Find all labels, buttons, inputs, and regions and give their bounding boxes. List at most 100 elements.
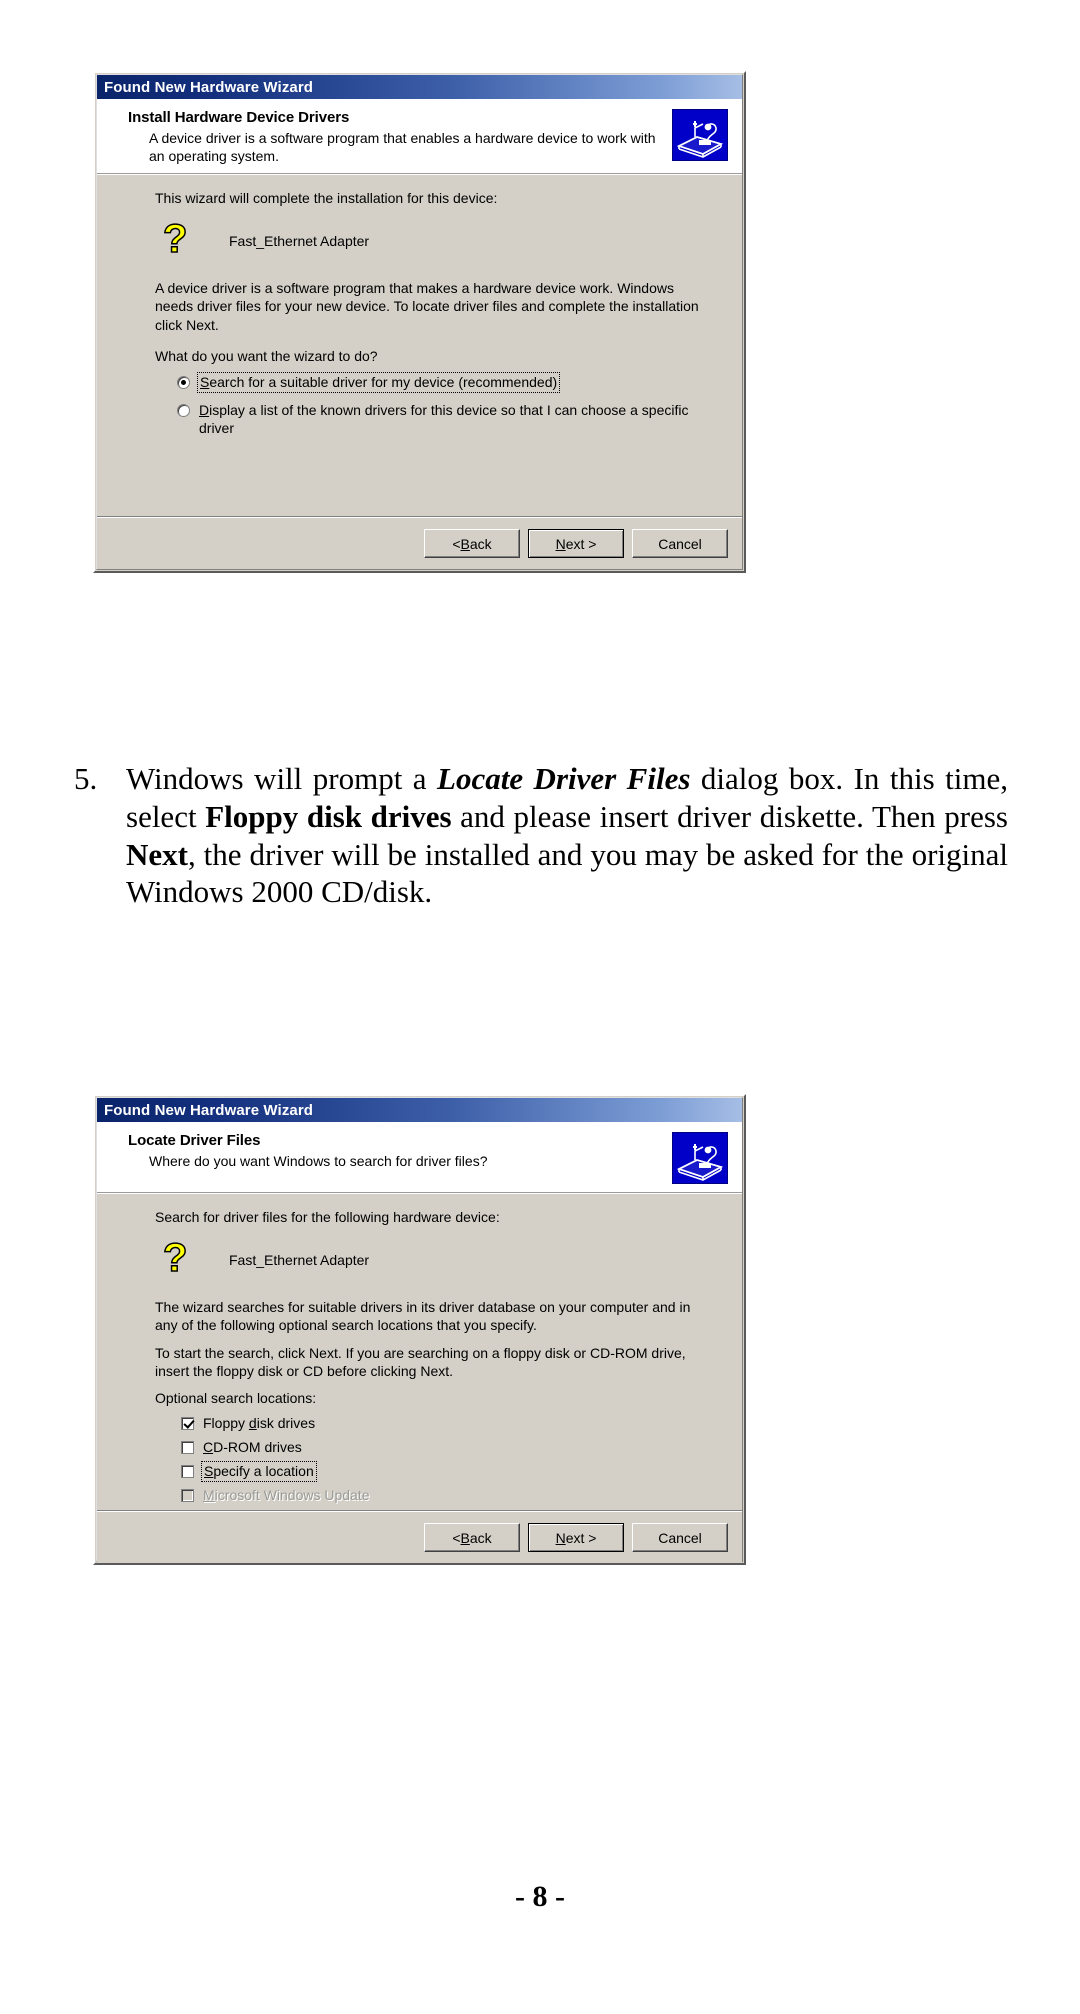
back-prefix: < <box>452 1529 461 1546</box>
question-mark-glyph: ? <box>162 217 188 262</box>
cancel-button[interactable]: Cancel <box>632 529 728 558</box>
accel-char: B <box>460 535 470 552</box>
hardware-install-icon <box>672 109 728 161</box>
checkbox-floppy-disk-drives-label: Floppy disk drives <box>203 1415 315 1432</box>
dialog-2-header: Locate Driver Files Where do you want Wi… <box>97 1122 742 1193</box>
label-tail: icrosoft Windows Update <box>214 1486 370 1503</box>
step-5-text: Windows will prompt a Locate Driver File… <box>126 760 1008 911</box>
step-part-1-emphasis: Locate Driver Files <box>437 761 691 796</box>
accel-char: B <box>460 1529 470 1546</box>
checkbox-floppy-disk-drives[interactable]: Floppy disk drives <box>181 1415 724 1432</box>
step-part-5-emphasis: Next <box>126 836 188 872</box>
dialog-1-description: A device driver is a software program th… <box>155 280 699 333</box>
back-button[interactable]: < Back <box>424 1523 520 1553</box>
label-tail: D-ROM drives <box>213 1438 302 1455</box>
page-number: - 8 - <box>515 1880 565 1913</box>
accel-char: S <box>200 373 210 390</box>
checkbox-cd-rom-drives[interactable]: CD-ROM drives <box>181 1439 724 1456</box>
accel-char: N <box>555 535 566 552</box>
checkbox-specify-a-location-label: Specify a location <box>201 1460 317 1482</box>
dialog-1-button-bar: < Back Next > Cancel <box>97 518 742 569</box>
dialog-2-intro-text: Search for driver files for the followin… <box>155 1209 500 1225</box>
back-suffix: ack <box>469 535 492 552</box>
next-button[interactable]: Next > <box>528 1523 624 1553</box>
dialog-1-header-subtitle: A device driver is a software program th… <box>149 130 656 164</box>
dialog-2-title: Found New Hardware Wizard <box>104 1101 314 1119</box>
radio-search-suitable-driver-label: Search for a suitable driver for my devi… <box>196 371 561 394</box>
next-suffix: ext > <box>565 1529 597 1546</box>
next-suffix: ext > <box>565 535 597 552</box>
step-5-instruction: 5. Windows will prompt a Locate Driver F… <box>74 760 1008 911</box>
hardware-install-icon-svg <box>673 110 727 160</box>
radio-option-display-known-drivers[interactable]: Display a list of the known drivers for … <box>177 402 724 437</box>
dialog-1-device-name: Fast_Ethernet Adapter <box>229 233 370 250</box>
back-prefix: < <box>452 535 461 552</box>
label-tail: pecify a location <box>213 1462 314 1479</box>
checkbox-cd-rom-drives-indicator[interactable] <box>181 1440 194 1454</box>
dialog-2-device-row: ? ? Fast_Ethernet Adapter <box>155 1236 724 1282</box>
accel-char: M <box>203 1486 215 1503</box>
dialog-2-header-text: Locate Driver Files Where do you want Wi… <box>107 1131 672 1171</box>
hardware-install-icon-graphic <box>672 109 728 161</box>
dialog-2-device-name: Fast_Ethernet Adapter <box>229 1252 370 1269</box>
dialog-2-description-1: The wizard searches for suitable drivers… <box>155 1299 691 1334</box>
optional-search-locations-group: Floppy disk drives CD-ROM drives Specify… <box>155 1415 724 1503</box>
unknown-device-question-icon: ? ? <box>161 217 207 263</box>
checkbox-microsoft-windows-update-label: Microsoft Windows Update <box>203 1487 370 1504</box>
back-suffix: ack <box>469 1529 492 1546</box>
radio-display-known-drivers-indicator[interactable] <box>177 404 190 418</box>
cancel-button[interactable]: Cancel <box>632 1523 728 1553</box>
found-new-hardware-wizard-dialog-1: Found New Hardware Wizard Install Hardwa… <box>93 71 746 573</box>
radio-option-search-suitable-driver[interactable]: Search for a suitable driver for my devi… <box>177 371 724 394</box>
hardware-install-icon <box>672 1132 728 1184</box>
dialog-1-header: Install Hardware Device Drivers A device… <box>97 99 742 174</box>
dialog-1-title: Found New Hardware Wizard <box>104 78 314 96</box>
dialog-2-description-2: To start the search, click Next. If you … <box>155 1344 686 1379</box>
checkbox-specify-a-location-indicator[interactable] <box>181 1464 194 1478</box>
dialog-1-header-text: Install Hardware Device Drivers A device… <box>107 108 672 165</box>
label-tail: isplay a list of the known drivers for t… <box>199 402 689 436</box>
next-button[interactable]: Next > <box>528 529 624 558</box>
radio-display-known-drivers-label: Display a list of the known drivers for … <box>199 402 699 437</box>
dialog-1-intro-text: This wizard will complete the installati… <box>155 190 498 206</box>
step-part-3-emphasis: Floppy disk drives <box>205 798 452 834</box>
dialog-1-options-group: Search for a suitable driver for my devi… <box>155 371 724 438</box>
accel-char: S <box>204 1462 214 1479</box>
step-part-6: , the driver will be installed and you m… <box>126 836 1008 910</box>
dialog-1-header-title: Install Hardware Device Drivers <box>128 109 350 126</box>
accel-char: D <box>199 402 210 419</box>
step-part-4: and please insert driver diskette. Then … <box>451 798 1008 834</box>
dialog-2-inner-frame: Found New Hardware Wizard Locate Driver … <box>96 1097 743 1564</box>
radio-search-suitable-driver-indicator[interactable] <box>177 375 190 389</box>
dialog-2-body: Search for driver files for the followin… <box>97 1193 742 1511</box>
checkbox-floppy-disk-drives-indicator[interactable] <box>181 1417 194 1431</box>
dialog-1-device-row: ? ? Fast_Ethernet Adapter <box>155 217 724 263</box>
dialog-1-titlebar: Found New Hardware Wizard <box>97 75 742 99</box>
dialog-1-body: This wizard will complete the installati… <box>97 174 742 516</box>
hardware-install-icon-graphic <box>672 1132 728 1184</box>
accel-char: C <box>203 1438 214 1455</box>
dialog-2-header-title: Locate Driver Files <box>128 1132 261 1149</box>
accel-char: N <box>555 1529 566 1546</box>
back-button[interactable]: < Back <box>424 529 520 558</box>
label-tail: earch for a suitable driver for my devic… <box>209 373 558 390</box>
dialog-1-inner-frame: Found New Hardware Wizard Install Hardwa… <box>96 74 743 570</box>
dialog-1-question: What do you want the wizard to do? <box>155 347 378 364</box>
hardware-install-icon-svg <box>673 1133 727 1183</box>
dialog-2-header-subtitle: Where do you want Windows to search for … <box>149 1153 488 1169</box>
checkbox-microsoft-windows-update: Microsoft Windows Update <box>181 1487 724 1504</box>
dialog-2-locations-label: Optional search locations: <box>155 1389 317 1406</box>
found-new-hardware-wizard-dialog-2: Found New Hardware Wizard Locate Driver … <box>93 1094 746 1565</box>
checkbox-cd-rom-drives-label: CD-ROM drives <box>203 1439 302 1456</box>
dialog-2-button-bar: < Back Next > Cancel <box>97 1512 742 1564</box>
unknown-device-question-icon: ? ? <box>161 1236 207 1282</box>
question-mark-glyph: ? <box>162 1236 188 1281</box>
accel-char: d <box>248 1415 257 1432</box>
label-head: Floppy <box>203 1415 249 1432</box>
step-part-0: Windows will prompt a <box>126 761 438 796</box>
dialog-2-titlebar: Found New Hardware Wizard <box>97 1098 742 1122</box>
label-tail: isk drives <box>256 1415 316 1432</box>
checkbox-microsoft-windows-update-indicator <box>181 1488 194 1502</box>
step-5-number: 5. <box>74 761 98 796</box>
checkbox-specify-a-location[interactable]: Specify a location <box>181 1460 724 1482</box>
